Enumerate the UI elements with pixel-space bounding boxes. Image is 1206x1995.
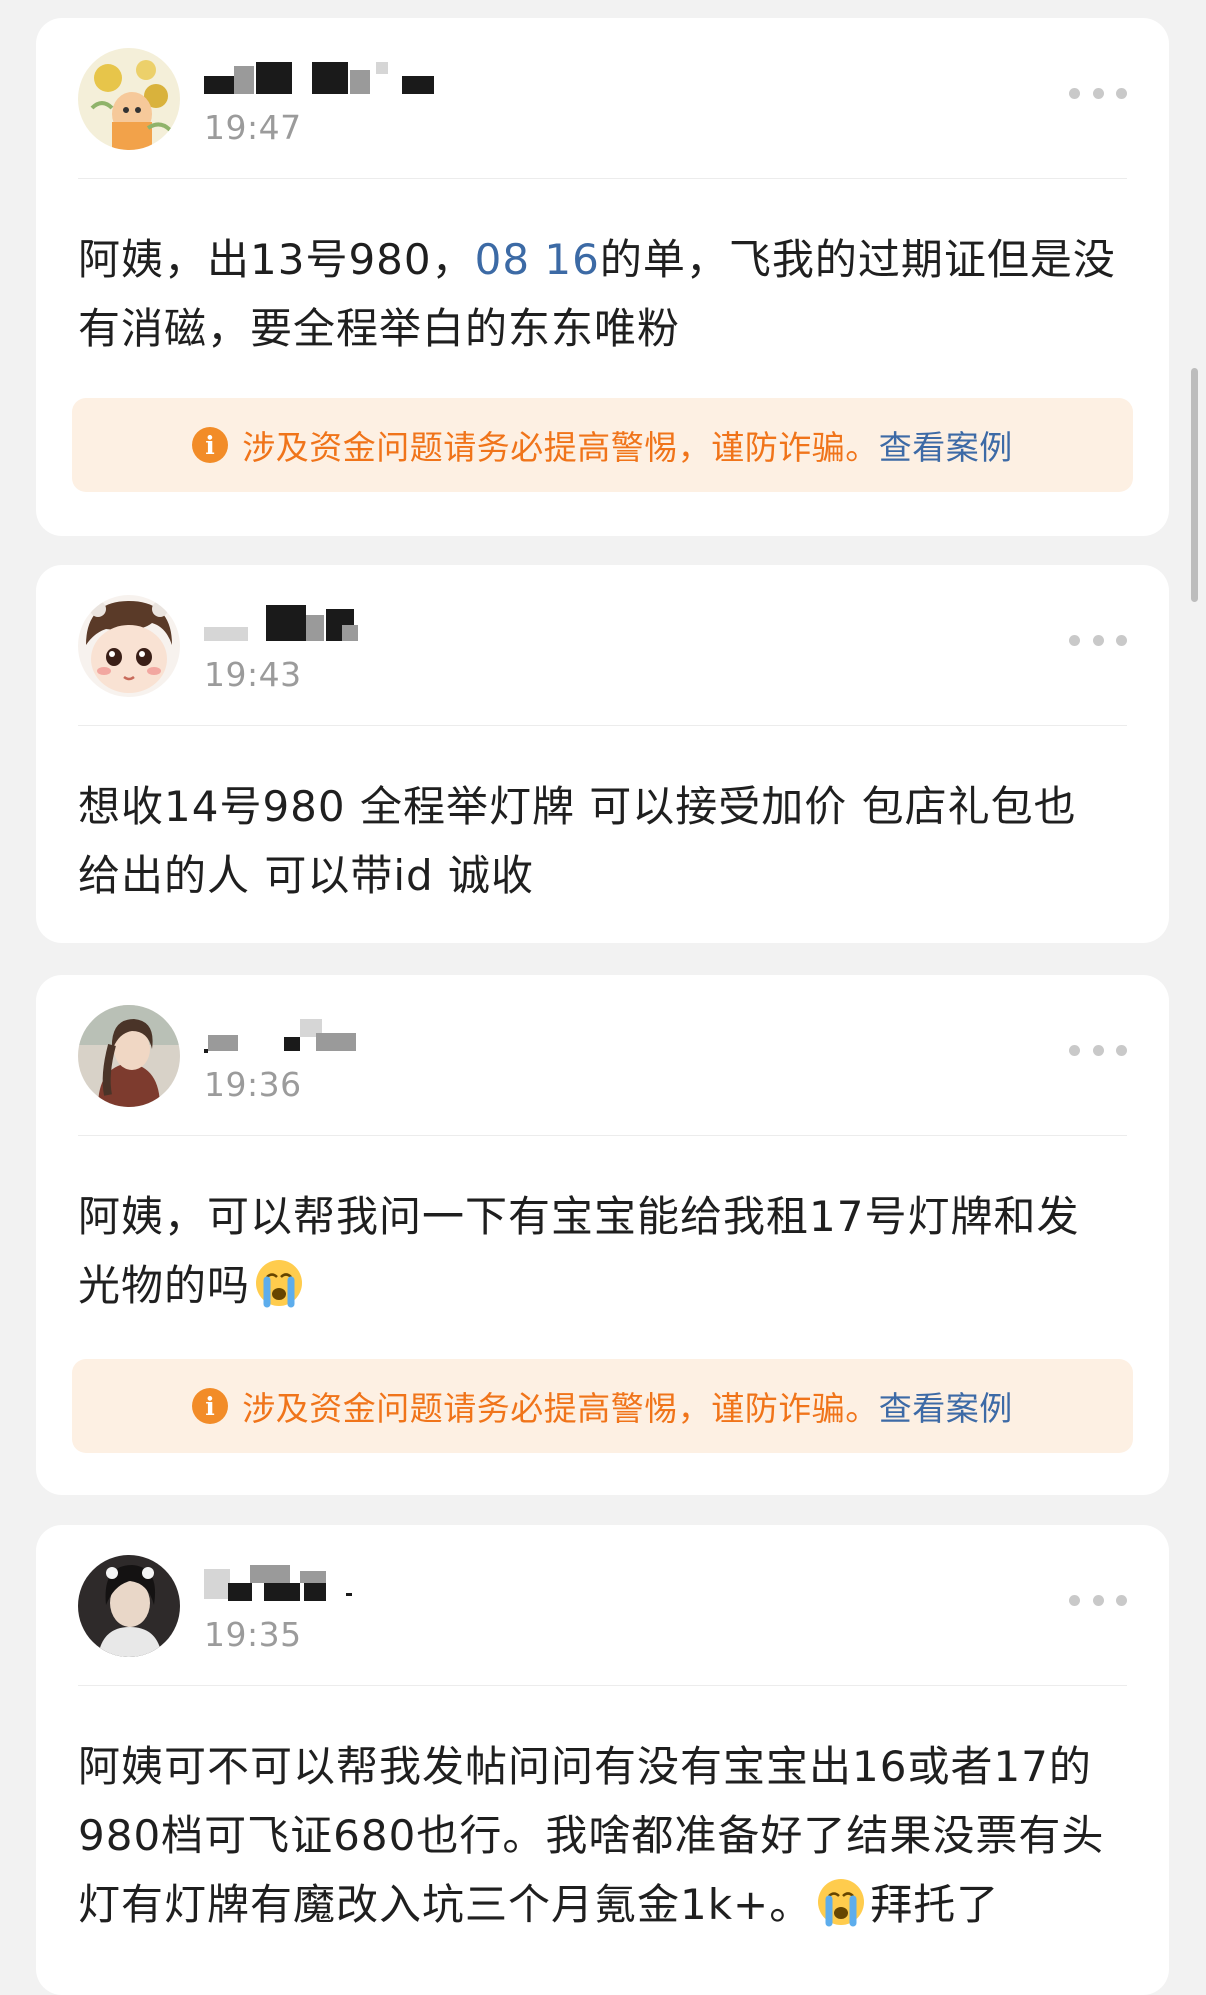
post-time: 19:47	[204, 108, 302, 147]
crying-face-emoji	[816, 1877, 866, 1927]
divider	[78, 178, 1127, 179]
post-card[interactable]: 19:35 阿姨可不可以帮我发帖问问有没有宝宝出16或者17的980档可飞证68…	[36, 1525, 1169, 1995]
divider	[78, 1135, 1127, 1136]
divider	[78, 725, 1127, 726]
crying-face-emoji	[254, 1258, 304, 1308]
info-icon: i	[192, 427, 229, 463]
more-options-icon[interactable]	[1069, 1593, 1127, 1607]
avatar[interactable]	[78, 595, 180, 697]
post-content: 想收14号980 全程举灯牌 可以接受加价 包店礼包也给出的人 可以带id 诚收	[78, 782, 1077, 900]
warning-text: 涉及资金问题请务必提高警惕，谨防诈骗。	[242, 428, 879, 467]
divider	[78, 1685, 1127, 1686]
warning-text: 涉及资金问题请务必提高警惕，谨防诈骗。	[242, 1389, 879, 1428]
avatar[interactable]	[78, 1005, 180, 1107]
view-cases-link[interactable]: 查看案例	[879, 421, 1013, 469]
post-content: 阿姨，出13号980，08 16的单，飞我的过期证但是没有消磁，要全程举白的东东…	[78, 235, 1116, 353]
post-content: 阿姨可不可以帮我发帖问问有没有宝宝出16或者17的980档可飞证680也行。我啥…	[78, 1742, 1105, 1929]
username-blurred[interactable]	[204, 58, 524, 98]
avatar[interactable]	[78, 48, 180, 150]
username-blurred[interactable]	[204, 1015, 524, 1055]
post-link[interactable]: 08 16	[475, 235, 600, 284]
more-options-icon[interactable]	[1069, 1043, 1127, 1057]
more-options-icon[interactable]	[1069, 86, 1127, 100]
post-card[interactable]: 19:47 阿姨，出13号980，08 16的单，飞我的过期证但是没有消磁，要全…	[36, 18, 1169, 536]
view-cases-link[interactable]: 查看案例	[879, 1382, 1013, 1430]
post-time: 19:35	[204, 1615, 302, 1654]
more-options-icon[interactable]	[1069, 633, 1127, 647]
fraud-warning-banner: i 涉及资金问题请务必提高警惕，谨防诈骗。 查看案例	[72, 398, 1133, 492]
post-time: 19:43	[204, 655, 302, 694]
avatar[interactable]	[78, 1555, 180, 1657]
info-icon: i	[192, 1388, 229, 1424]
post-card[interactable]: 19:43 想收14号980 全程举灯牌 可以接受加价 包店礼包也给出的人 可以…	[36, 565, 1169, 943]
fraud-warning-banner: i 涉及资金问题请务必提高警惕，谨防诈骗。 查看案例	[72, 1359, 1133, 1453]
post-content: 阿姨，可以帮我问一下有宝宝能给我租17号灯牌和发光物的吗	[78, 1192, 1080, 1310]
username-blurred[interactable]	[204, 605, 524, 645]
post-card[interactable]: 19:36 阿姨，可以帮我问一下有宝宝能给我租17号灯牌和发光物的吗 i 涉及资…	[36, 975, 1169, 1495]
username-blurred[interactable]	[204, 1565, 524, 1605]
scrollbar[interactable]	[1191, 368, 1198, 602]
post-time: 19:36	[204, 1065, 302, 1104]
